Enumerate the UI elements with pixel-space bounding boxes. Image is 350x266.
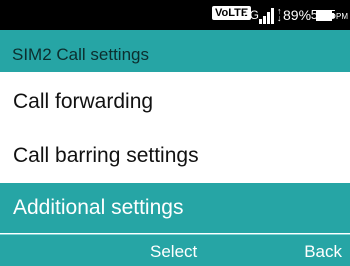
network-type: 4G: [243, 8, 260, 22]
softkey-bar: Select Back: [0, 234, 350, 266]
clock: 5:55PM: [300, 6, 348, 26]
menu-item-label: Call barring settings: [13, 144, 199, 167]
title-bar: SIM2 Call settings: [0, 30, 350, 72]
menu-item-additional-settings[interactable]: Additional settings: [0, 183, 350, 233]
status-bar: VoLTE 4G ↑ ↓ 89% 5:55PM: [0, 0, 350, 30]
menu-item-call-forwarding[interactable]: Call forwarding: [0, 77, 350, 127]
menu-item-label: Additional settings: [13, 196, 184, 219]
select-softkey[interactable]: Select: [150, 242, 197, 262]
back-softkey[interactable]: Back: [304, 242, 342, 262]
signal-icon: [259, 7, 275, 24]
menu-item-label: Call forwarding: [13, 90, 154, 113]
clock-time: 5:55: [310, 7, 336, 22]
page-title: SIM2 Call settings: [12, 45, 149, 64]
clock-ampm: PM: [336, 12, 348, 21]
menu-item-call-barring-settings[interactable]: Call barring settings: [0, 131, 350, 181]
